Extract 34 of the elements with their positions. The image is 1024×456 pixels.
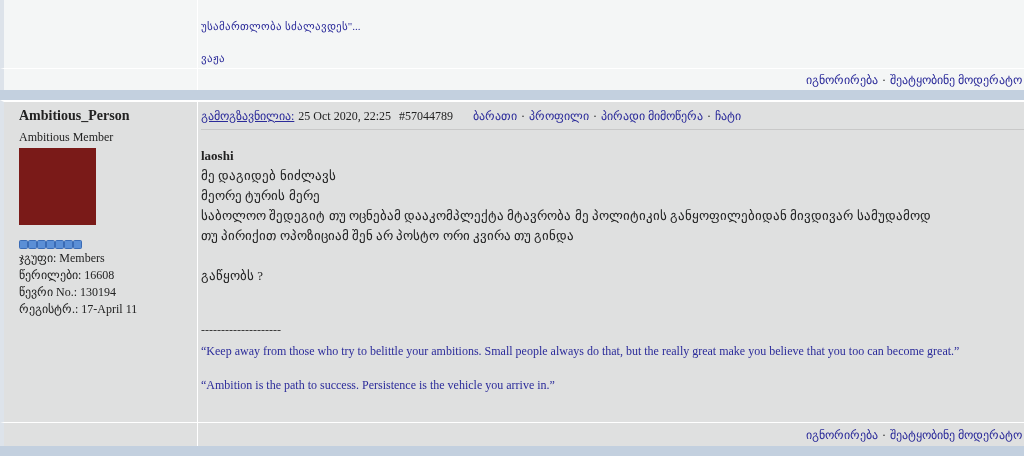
footer-link[interactable]: იგნორირება [806,425,878,444]
post-text-line: მე დაგიდებ ნიძლავს [201,167,337,185]
post-text-line: გაწყობს ? [201,267,265,285]
footer-link[interactable]: ჩატი [715,106,741,125]
separator-dot: · [521,107,525,125]
footer-link[interactable]: იგნორირება [806,70,878,89]
author-stat: ჯგუფი: Members [19,250,106,267]
footer-link[interactable]: ბარათი [473,106,517,125]
post-text-line: ვაჟა [201,51,226,66]
post-text-line: თუ პირიქით ოპოზიციამ შენ არ პოსტო ორი კვირა თუ გინდა [201,227,576,245]
author-stat: წერილები: 16608 [19,267,116,284]
signature-divider: -------------------- [201,322,282,339]
footer-link[interactable]: პირადი მიმოწერა [601,106,703,125]
post-text-line: უსამართლობა სძალავდეს"... [201,19,362,34]
post-text-line: საბოლოო შედეგიტ თუ ოცნებამ დააკომპლექტა მტავრობა მე პოლიტიკის განყოფილებიდან მივდივარ სამუდამოდ [201,207,932,225]
separator-dot: · [882,426,886,444]
author-stat: წევრი No.: 130194 [19,284,117,301]
separator-dot: · [707,107,711,125]
sent-label-link[interactable]: გამოგზავნილია: [201,106,295,125]
quote-author: laoshi [201,147,235,165]
signature-quote: “Keep away from those who try to belittle your ambitions. Small people always do that, but the really great make you believe that you too can become great.” [201,343,961,360]
post-text-line: მეორე ტურის მერე [201,187,321,205]
author-name[interactable]: Ambitious_Person [19,105,197,126]
separator-dot: · [593,107,597,125]
signature-quote: “Ambition is the path to success. Persistence is the vehicle you arrive in.” [201,377,556,394]
separator-dot: · [882,71,886,89]
footer-link[interactable]: პროფილი [529,106,589,125]
footer-link[interactable]: შეატყობინე მოდერატო [890,70,1022,89]
author-rank: Ambitious Member [19,129,115,146]
post-date: 25 Oct 2020, 22:25 [298,107,391,125]
author-stat: რეგისტრ.: 17-April 11 [19,301,139,318]
footer-link[interactable]: შეატყობინე მოდერატო [890,425,1022,444]
rank-pips-icon [19,240,83,249]
post-number[interactable]: #57044789 [399,106,453,125]
